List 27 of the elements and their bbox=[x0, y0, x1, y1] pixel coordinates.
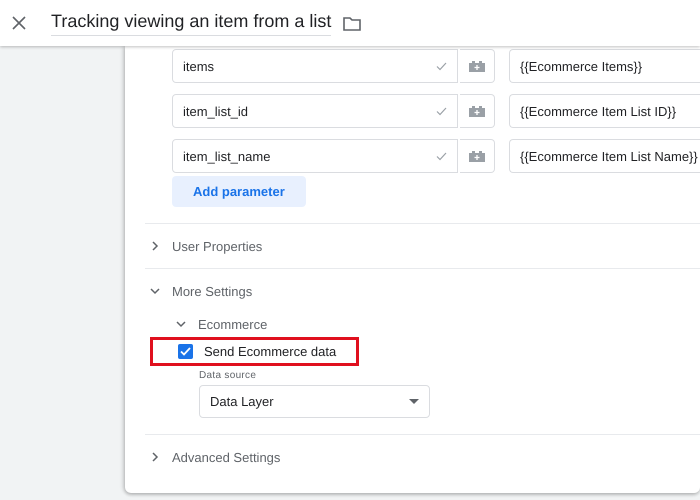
section-header[interactable]: More Settings bbox=[172, 284, 252, 298]
parameter-name-field[interactable]: item_list_name bbox=[172, 139, 458, 173]
variable-picker-icon bbox=[468, 105, 486, 117]
add-parameter-button[interactable]: Add parameter bbox=[172, 176, 306, 207]
dropdown-arrow-icon bbox=[409, 399, 419, 404]
section-header[interactable]: User Properties bbox=[172, 238, 262, 254]
variable-picker-button[interactable] bbox=[460, 139, 495, 173]
parameter-name-field[interactable]: items bbox=[172, 49, 458, 83]
subsection-header[interactable]: Ecommerce bbox=[198, 316, 268, 332]
variable-picker-button[interactable] bbox=[460, 94, 495, 128]
variable-picker-button[interactable] bbox=[460, 49, 495, 83]
parameter-value-field[interactable]: {{Ecommerce Item List Name}} bbox=[509, 139, 700, 173]
parameter-name-field[interactable]: item_list_id bbox=[172, 94, 458, 128]
checkbox[interactable] bbox=[178, 344, 193, 359]
close-icon[interactable] bbox=[12, 16, 26, 30]
section-header[interactable]: Advanced Settings bbox=[172, 450, 280, 464]
field-label: Data source bbox=[199, 370, 258, 381]
variable-picker-icon bbox=[468, 150, 486, 162]
checkbox-label: Send Ecommerce data bbox=[204, 344, 336, 359]
check-icon bbox=[436, 152, 447, 160]
folder-icon[interactable] bbox=[343, 16, 362, 30]
parameter-value-field[interactable]: {{Ecommerce Items}} bbox=[509, 49, 700, 83]
data-source-dropdown[interactable]: Data Layer bbox=[199, 385, 430, 418]
check-icon bbox=[436, 106, 447, 116]
parameter-value-field[interactable]: {{Ecommerce Item List ID}} bbox=[509, 94, 700, 128]
variable-picker-icon bbox=[468, 60, 486, 72]
check-icon bbox=[436, 62, 447, 70]
